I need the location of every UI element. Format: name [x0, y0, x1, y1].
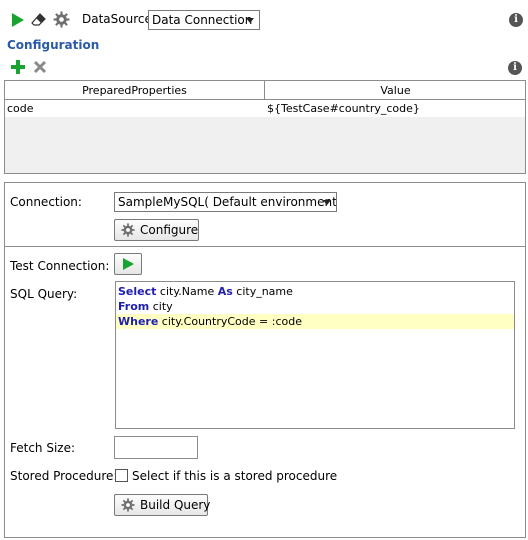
stored-procedure-checkbox[interactable] [115, 469, 128, 482]
column-header-prepared-properties[interactable]: PreparedProperties [5, 81, 265, 100]
configuration-title: Configuration [7, 38, 100, 52]
connection-select[interactable]: SampleMySQL( Default environment ) [114, 192, 337, 212]
property-value-cell[interactable]: ${TestCase#country_code} [265, 100, 526, 117]
sql-text: city [149, 300, 173, 313]
test-connection-label: Test Connection: [10, 259, 110, 273]
remove-icon[interactable] [32, 59, 48, 75]
chevron-down-icon [323, 200, 331, 205]
sql-query-label: SQL Query: [10, 287, 78, 301]
fetch-size-label: Fetch Size: [10, 441, 76, 455]
table-row[interactable]: code ${TestCase#country_code} [5, 100, 525, 117]
sql-keyword: As [217, 285, 233, 298]
sql-line: From city [118, 299, 173, 314]
play-icon [123, 258, 134, 270]
connection-value: SampleMySQL( Default environment ) [118, 195, 337, 209]
configure-button[interactable]: Configure [114, 219, 199, 241]
fetch-size-input[interactable] [114, 436, 198, 459]
sql-text: city_name [232, 285, 293, 298]
gear-icon[interactable] [53, 11, 70, 28]
connection-label: Connection: [10, 195, 82, 209]
configuration-info-icon[interactable]: i [508, 61, 522, 75]
build-query-button[interactable]: Build Query [114, 494, 211, 516]
gear-icon [121, 498, 135, 512]
separator [5, 246, 525, 247]
table-header: PreparedProperties Value [5, 81, 525, 100]
datasource-select[interactable]: Data Connection [148, 10, 260, 30]
datasource-label: DataSource: [82, 12, 156, 26]
play-icon[interactable] [10, 12, 26, 28]
sql-keyword: Where [118, 315, 159, 328]
sql-line: Select city.Name As city_name [118, 284, 293, 299]
property-name-cell[interactable]: code [5, 100, 265, 117]
sql-keyword: Select [118, 285, 157, 298]
build-query-label: Build Query [140, 498, 211, 512]
chevron-down-icon [246, 18, 254, 23]
test-connection-button[interactable] [114, 253, 142, 275]
properties-table: PreparedProperties Value code ${TestCase… [4, 80, 526, 174]
sql-keyword: From [118, 300, 150, 313]
info-icon[interactable]: i [509, 13, 523, 27]
configure-label: Configure [140, 223, 199, 237]
sql-text: city.Name [156, 285, 218, 298]
sql-line-current: Where city.CountryCode = :code [116, 314, 514, 329]
sql-text: city.CountryCode = :code [158, 315, 302, 328]
connection-panel: Connection: SampleMySQL( Default environ… [4, 182, 526, 538]
stored-procedure-label: Stored Procedure: [10, 469, 118, 483]
gear-icon [121, 223, 135, 237]
add-icon[interactable] [10, 59, 26, 75]
eraser-icon[interactable] [31, 12, 47, 28]
sql-query-editor[interactable]: Select city.Name As city_name From city … [115, 281, 515, 429]
datasource-value: Data Connection [152, 13, 253, 27]
stored-procedure-checkbox-label[interactable]: Select if this is a stored procedure [132, 469, 337, 483]
column-header-value[interactable]: Value [265, 81, 526, 100]
